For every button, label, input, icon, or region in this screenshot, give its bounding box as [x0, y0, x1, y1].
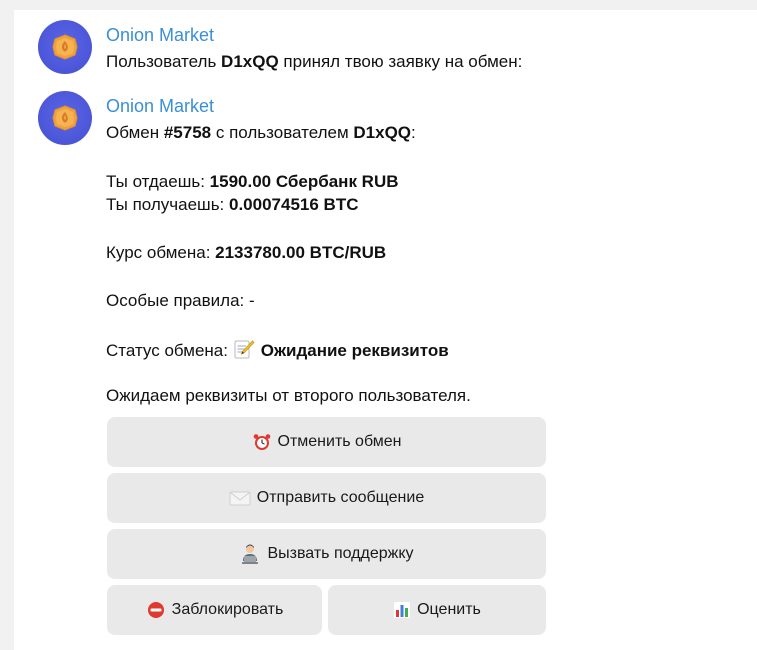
person-at-computer-icon: [242, 544, 259, 564]
rules-line: Особые правила: -: [106, 291, 255, 311]
username: D1xQQ: [353, 123, 412, 142]
no-entry-icon: [147, 602, 164, 618]
rules-label: Особые правила:: [106, 291, 249, 310]
rate-button[interactable]: Оценить: [328, 585, 546, 635]
exchange-header: Обмен #5758 с пользователем D1xQQ:: [106, 123, 416, 143]
onion-coin-icon: [52, 34, 78, 60]
bot-avatar[interactable]: [38, 91, 92, 145]
get-value: 0.00074516 BTC: [229, 195, 359, 214]
waiting-text: Ожидаем реквизиты от второго пользовател…: [106, 386, 471, 405]
send-message-button[interactable]: Отправить сообщение: [107, 473, 546, 523]
bar-chart-icon: [394, 602, 411, 618]
button-label: Отменить обмен: [277, 433, 402, 450]
text-segment: :: [411, 123, 416, 142]
message-sender[interactable]: Onion Market: [106, 25, 214, 46]
button-label: Заблокировать: [171, 601, 284, 618]
exchange-id: #5758: [163, 123, 212, 142]
call-support-button[interactable]: Вызвать поддержку: [107, 529, 546, 579]
rate-value: 2133780.00 BTC/RUB: [215, 243, 387, 262]
button-label: Вызвать поддержку: [267, 545, 414, 562]
rate-line: Курс обмена: 2133780.00 BTC/RUB: [106, 243, 386, 263]
give-line: Ты отдаешь: 1590.00 Сбербанк RUB: [106, 172, 399, 192]
text-segment: с пользователем: [211, 123, 354, 142]
text-segment: Обмен: [106, 123, 164, 142]
button-label: Отправить сообщение: [256, 489, 425, 506]
username: D1xQQ: [221, 52, 279, 71]
alarm-clock-icon: [253, 434, 270, 450]
rules-value: -: [248, 291, 255, 310]
envelope-icon: [229, 491, 251, 506]
get-line: Ты получаешь: 0.00074516 BTC: [106, 195, 358, 215]
onion-coin-icon: [52, 105, 78, 131]
memo-icon: [234, 340, 255, 359]
message-sender[interactable]: Onion Market: [106, 96, 214, 117]
rate-label: Курс обмена:: [106, 243, 216, 262]
status-line: Статус обмена: Ожидание реквизитов: [106, 338, 449, 361]
cancel-exchange-button[interactable]: Отменить обмен: [107, 417, 546, 467]
bot-avatar[interactable]: [38, 20, 92, 74]
status-value: Ожидание реквизитов: [260, 341, 449, 360]
give-value: 1590.00 Сбербанк RUB: [209, 172, 399, 191]
button-label: Оценить: [417, 601, 481, 618]
text-segment: принял твою заявку на обмен:: [278, 52, 523, 71]
status-label: Статус обмена:: [106, 341, 233, 360]
block-button[interactable]: Заблокировать: [107, 585, 322, 635]
get-label: Ты получаешь:: [106, 195, 229, 214]
text-segment: Пользователь: [106, 52, 222, 71]
message-text: Пользователь D1xQQ принял твою заявку на…: [106, 52, 522, 72]
give-label: Ты отдаешь:: [106, 172, 210, 191]
